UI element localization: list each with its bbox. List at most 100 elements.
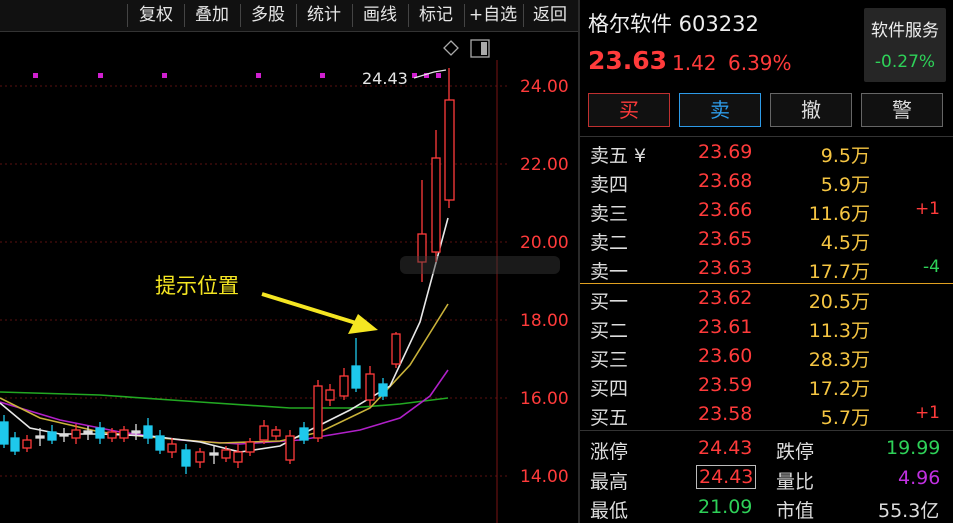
- toolbar-divider: [408, 4, 409, 27]
- volume-ratio-value: 4.96: [898, 467, 941, 489]
- annotation-arrow: [261, 292, 357, 325]
- annotation-text: 提示位置: [155, 274, 239, 298]
- back-button[interactable]: 返回: [524, 0, 576, 31]
- bid-label: 买二: [590, 320, 629, 342]
- ask-delta: +1: [914, 199, 940, 219]
- quote-panel: 格尔软件 603232 23.63 1.42 6.39% 软件服务 -0.27%…: [580, 0, 953, 523]
- bid-row[interactable]: 买五 23.58 5.7万 +1: [580, 401, 953, 429]
- panel-toggle-icon[interactable]: [470, 39, 490, 58]
- toolbar-divider: [184, 4, 185, 27]
- limit-up-label: 涨停: [590, 441, 629, 463]
- watermark: [400, 256, 560, 274]
- chart-toolbar: 复权 叠加 多股 统计 画线 标记 +自选 返回: [0, 0, 578, 32]
- bid-row[interactable]: 买四 23.59 17.2万: [580, 372, 953, 400]
- ask-volume: 5.9万: [820, 174, 870, 196]
- bid-row[interactable]: 买一 23.62 20.5万: [580, 285, 953, 313]
- bid-label: 买五: [590, 407, 629, 429]
- ask-price: 23.68: [698, 170, 753, 192]
- toolbar-divider: [240, 4, 241, 27]
- ask-label: 卖五 ¥: [590, 145, 647, 167]
- ask-row[interactable]: 卖四 23.68 5.9万: [580, 168, 953, 196]
- bid-row[interactable]: 买三 23.60 28.3万: [580, 343, 953, 371]
- price-change: 1.42: [672, 51, 717, 75]
- buy-button[interactable]: 买: [588, 93, 670, 127]
- ask-price: 23.63: [698, 257, 753, 279]
- sector-change: -0.27%: [874, 52, 936, 72]
- diamond-icon[interactable]: [443, 40, 459, 56]
- price-tick: 20.00: [520, 233, 569, 253]
- ma-line-magenta: [0, 369, 449, 445]
- ma-line-white: [0, 217, 449, 453]
- restore-rights-button[interactable]: 复权: [130, 0, 182, 31]
- ask-row[interactable]: 卖三 23.66 11.6万 +1: [580, 197, 953, 225]
- ask-volume: 4.5万: [820, 232, 870, 254]
- high-price-label: 24.43: [362, 69, 408, 88]
- toolbar-divider: [352, 4, 353, 27]
- grid: [0, 85, 510, 477]
- price-tick: 16.00: [520, 389, 569, 409]
- high-value: 24.43: [696, 465, 757, 489]
- low-value: 21.09: [698, 496, 753, 518]
- high-label: 最高: [590, 471, 629, 493]
- ask-price: 23.65: [698, 228, 753, 250]
- ask-price: 23.66: [698, 199, 753, 221]
- ask-label: 卖四: [590, 174, 629, 196]
- price-change-pct: 6.39%: [728, 51, 792, 75]
- cancel-order-button[interactable]: 撤: [770, 93, 852, 127]
- statistics-button[interactable]: 统计: [298, 0, 350, 31]
- alert-button[interactable]: 警: [861, 93, 943, 127]
- bid-volume: 20.5万: [808, 291, 870, 313]
- overlay-button[interactable]: 叠加: [186, 0, 238, 31]
- market-cap-value: 55.3亿: [878, 500, 940, 522]
- volume-ratio-label: 量比: [776, 471, 815, 493]
- ask-volume: 17.7万: [808, 261, 870, 283]
- sell-button[interactable]: 卖: [679, 93, 761, 127]
- divider: [580, 430, 953, 431]
- limit-down-value: 19.99: [886, 437, 941, 459]
- ask-row[interactable]: 卖一 23.63 17.7万 -4: [580, 255, 953, 283]
- bid-volume: 28.3万: [808, 349, 870, 371]
- sector-box[interactable]: 软件服务 -0.27%: [864, 8, 946, 82]
- ask-label: 卖三: [590, 203, 629, 225]
- candlestick-chart[interactable]: 24.00 22.00 20.00 18.00 16.00 14.00 24.4…: [0, 32, 578, 523]
- spread-divider: [580, 283, 953, 284]
- bid-price: 23.59: [698, 374, 753, 396]
- add-watchlist-button[interactable]: +自选: [464, 0, 522, 31]
- limit-down-label: 跌停: [776, 441, 815, 463]
- ask-label: 卖二: [590, 232, 629, 254]
- bid-delta: +1: [914, 403, 940, 423]
- bid-label: 买一: [590, 291, 629, 313]
- stock-name-code: 格尔软件 603232: [588, 12, 759, 36]
- price-tick: 22.00: [520, 155, 569, 175]
- multi-stock-button[interactable]: 多股: [242, 0, 294, 31]
- ask-row[interactable]: 卖五 ¥ 23.69 9.5万: [580, 139, 953, 167]
- bid-label: 买四: [590, 378, 629, 400]
- bid-volume: 17.2万: [808, 378, 870, 400]
- candles: [0, 68, 455, 474]
- mark-button[interactable]: 标记: [410, 0, 462, 31]
- toolbar-divider: [296, 4, 297, 27]
- low-label: 最低: [590, 500, 629, 522]
- sector-name: 软件服务: [871, 21, 939, 41]
- ask-price: 23.69: [698, 141, 753, 163]
- ask-volume: 9.5万: [820, 145, 870, 167]
- bid-price: 23.58: [698, 403, 753, 425]
- divider: [580, 136, 953, 137]
- ask-label: 卖一: [590, 261, 629, 283]
- draw-line-button[interactable]: 画线: [354, 0, 406, 31]
- price-tick: 18.00: [520, 311, 569, 331]
- bid-volume: 11.3万: [808, 320, 870, 342]
- bid-label: 买三: [590, 349, 629, 371]
- bid-row[interactable]: 买二 23.61 11.3万: [580, 314, 953, 342]
- price-tick: 14.00: [520, 467, 569, 487]
- high-marker-arrow: [413, 69, 447, 79]
- ask-delta: -4: [923, 257, 940, 277]
- bid-price: 23.60: [698, 345, 753, 367]
- bid-price: 23.61: [698, 316, 753, 338]
- price-tick: 24.00: [520, 77, 569, 97]
- last-price: 23.63: [588, 46, 668, 75]
- ask-volume: 11.6万: [808, 203, 870, 225]
- toolbar-divider: [127, 4, 128, 27]
- bid-price: 23.62: [698, 287, 753, 309]
- ask-row[interactable]: 卖二 23.65 4.5万: [580, 226, 953, 254]
